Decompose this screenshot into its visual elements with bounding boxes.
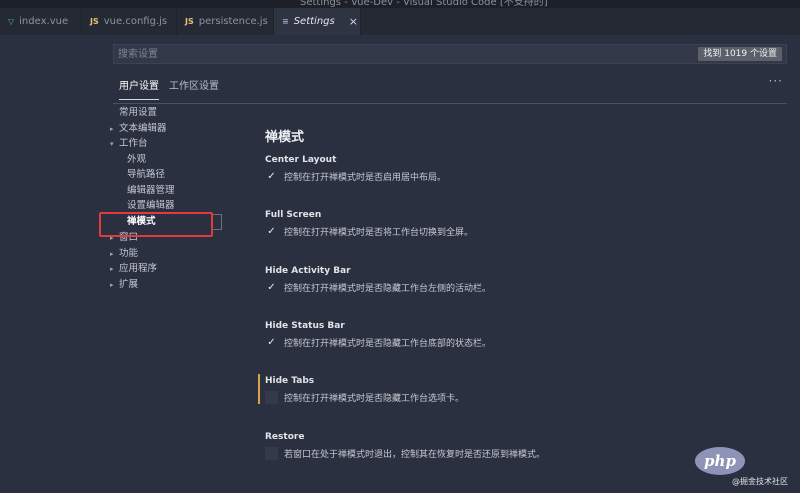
watermark-text: @掘金技术社区 xyxy=(732,477,788,486)
settings-scope-tabs: 用户设置 工作区设置 ··· xyxy=(113,74,787,104)
toc-item-text-editor[interactable]: ▸ 文本编辑器 xyxy=(110,121,167,136)
tab-index-vue[interactable]: ▽ index.vue xyxy=(0,8,82,35)
toc-item-label: 设置编辑器 xyxy=(127,200,175,211)
toc-item-label: 外观 xyxy=(127,154,147,165)
setting-description: 控制在打开禅模式时是否启用居中布局。 xyxy=(284,172,447,183)
toc-item-label: 扩展 xyxy=(119,279,139,290)
chevron-right-icon: ▸ xyxy=(110,125,114,133)
toc-item-editor-management[interactable]: 编辑器管理 xyxy=(118,183,175,198)
setting-full-screen: Full Screen ✓ 控制在打开禅模式时是否将工作台切换到全屏。 xyxy=(265,209,765,238)
settings-count-badge: 找到 1019 个设置 xyxy=(698,47,782,61)
chevron-down-icon: ▾ xyxy=(110,140,114,148)
setting-restore: Restore 若窗口在处于禅模式时退出，控制其在恢复时是否还原到禅模式。 xyxy=(265,431,765,460)
checkbox-hide-status-bar[interactable]: ✓ xyxy=(265,336,278,349)
tab-label: persistence.js xyxy=(198,16,268,27)
tab-settings[interactable]: ≡ Settings × xyxy=(274,8,361,35)
toc-item-workbench[interactable]: ▾ 工作台 xyxy=(110,136,148,151)
setting-description: 控制在打开禅模式时是否隐藏工作台底部的状态栏。 xyxy=(284,338,492,349)
toc-item-features[interactable]: ▸ 功能 xyxy=(110,246,138,261)
chevron-right-icon: ▸ xyxy=(110,265,114,273)
tab-persistence-js[interactable]: JS persistence.js xyxy=(177,8,274,35)
toc-item-breadcrumbs[interactable]: 导航路径 xyxy=(118,167,165,182)
tab-label: Settings xyxy=(293,16,335,27)
setting-description: 若窗口在处于禅模式时退出，控制其在恢复时是否还原到禅模式。 xyxy=(284,449,546,460)
settings-search: 找到 1019 个设置 xyxy=(113,44,787,64)
window-title: Settings - Vue-Dev - Visual Studio Code … xyxy=(300,0,548,8)
toc-selection-outline xyxy=(213,214,222,230)
section-title: 禅模式 xyxy=(265,130,305,145)
setting-title: Hide Status Bar xyxy=(265,321,345,331)
toc-item-appearance[interactable]: 外观 xyxy=(118,152,146,167)
checkbox-center-layout[interactable]: ✓ xyxy=(265,170,278,183)
tab-label: index.vue xyxy=(19,16,69,27)
chevron-right-icon: ▸ xyxy=(110,250,114,258)
toc-item-settings-editor[interactable]: 设置编辑器 xyxy=(118,198,175,213)
setting-title: Restore xyxy=(265,432,305,442)
search-input[interactable] xyxy=(114,45,674,63)
setting-hide-status-bar: Hide Status Bar ✓ 控制在打开禅模式时是否隐藏工作台底部的状态栏… xyxy=(265,320,765,349)
setting-title: Center Layout xyxy=(265,155,337,165)
editor-tab-bar: ▽ index.vue JS vue.config.js JS persiste… xyxy=(0,8,800,35)
toc-item-label: 功能 xyxy=(119,248,139,259)
focus-indicator xyxy=(258,374,260,404)
more-actions-icon[interactable]: ··· xyxy=(769,74,783,88)
tab-workspace-settings[interactable]: 工作区设置 xyxy=(169,78,219,100)
checkbox-hide-tabs[interactable] xyxy=(265,390,278,404)
toc-item-extensions[interactable]: ▸ 扩展 xyxy=(110,277,138,292)
setting-title: Full Screen xyxy=(265,210,322,220)
js-file-icon: JS xyxy=(185,17,194,26)
checkbox-restore[interactable] xyxy=(265,446,278,460)
setting-description: 控制在打开禅模式时是否隐藏工作台左侧的活动栏。 xyxy=(284,283,492,294)
close-icon[interactable]: × xyxy=(349,15,358,28)
toc-item-common[interactable]: 常用设置 xyxy=(110,105,157,120)
checkbox-full-screen[interactable]: ✓ xyxy=(265,225,278,238)
toc-item-label: 编辑器管理 xyxy=(127,185,175,196)
setting-description: 控制在打开禅模式时是否将工作台切换到全屏。 xyxy=(284,227,474,238)
highlight-annotation-box xyxy=(99,212,213,237)
title-bar: Settings - Vue-Dev - Visual Studio Code … xyxy=(0,0,800,8)
toc-item-label: 常用设置 xyxy=(119,107,158,118)
chevron-right-icon: ▸ xyxy=(110,281,114,289)
tab-user-settings[interactable]: 用户设置 xyxy=(119,78,159,100)
tab-vue-config-js[interactable]: JS vue.config.js xyxy=(82,8,177,35)
setting-title: Hide Activity Bar xyxy=(265,266,351,276)
setting-center-layout: Center Layout ✓ 控制在打开禅模式时是否启用居中布局。 xyxy=(265,154,765,183)
setting-hide-activity-bar: Hide Activity Bar ✓ 控制在打开禅模式时是否隐藏工作台左侧的活… xyxy=(265,265,765,294)
vue-file-icon: ▽ xyxy=(8,17,15,26)
js-file-icon: JS xyxy=(90,17,99,26)
toc-item-label: 应用程序 xyxy=(119,263,158,274)
settings-file-icon: ≡ xyxy=(282,17,289,26)
toc-item-label: 工作台 xyxy=(119,138,148,149)
tab-label: vue.config.js xyxy=(103,16,168,27)
toc-item-label: 导航路径 xyxy=(127,169,166,180)
setting-description: 控制在打开禅模式时是否隐藏工作台选项卡。 xyxy=(284,393,465,404)
toc-item-label: 文本编辑器 xyxy=(119,123,167,134)
toc-item-application[interactable]: ▸ 应用程序 xyxy=(110,261,157,276)
setting-hide-tabs: Hide Tabs 控制在打开禅模式时是否隐藏工作台选项卡。 xyxy=(265,375,765,404)
php-logo-icon: php xyxy=(695,447,745,475)
setting-title: Hide Tabs xyxy=(265,376,315,386)
checkbox-hide-activity-bar[interactable]: ✓ xyxy=(265,281,278,294)
